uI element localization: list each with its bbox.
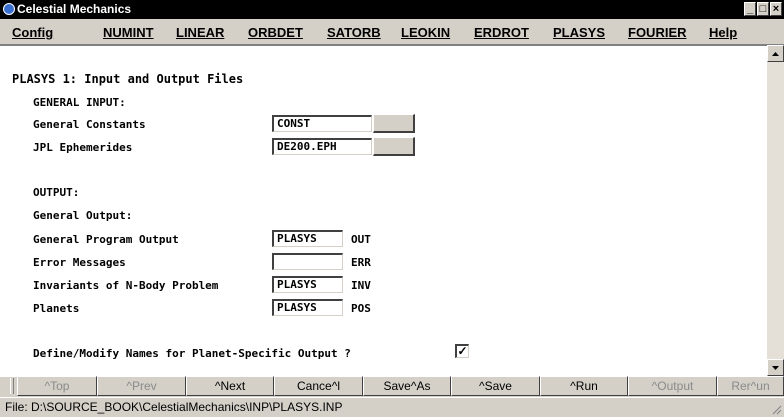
status-file-path: File: D:\SOURCE_BOOK\CelestialMechanics\… [5, 400, 343, 414]
scroll-up-button[interactable] [767, 45, 784, 62]
rerun-button[interactable]: Rer^un [717, 376, 784, 396]
cancel-button[interactable]: Cance^l [274, 376, 363, 396]
define-names-label: Define/Modify Names for Planet-Specific … [33, 347, 351, 360]
action-button-bar: ^Top ^Prev ^Next Cance^l Save^As ^Save ^… [0, 376, 784, 396]
general-output-label: General Output: [33, 209, 133, 222]
toolbar-grip [10, 378, 14, 394]
error-messages-ext: ERR [351, 256, 371, 269]
planets-ext: POS [351, 302, 371, 315]
window-title: Celestial Mechanics [17, 2, 132, 16]
title-bar: Celestial Mechanics _ □ × [0, 0, 784, 19]
run-button[interactable]: ^Run [540, 376, 628, 396]
menu-plasys[interactable]: PLASYS [553, 25, 605, 40]
invariants-label: Invariants of N-Body Problem [33, 279, 219, 292]
app-icon [3, 3, 15, 15]
maximize-button[interactable]: □ [757, 2, 769, 16]
resize-grip-icon[interactable] [770, 403, 782, 415]
define-names-checkbox[interactable]: ✓ [455, 344, 469, 358]
prev-button[interactable]: ^Prev [97, 376, 186, 396]
jpl-ephemerides-label: JPL Ephemerides [33, 141, 133, 154]
jpl-ephemerides-field[interactable]: DE200.EPH [272, 138, 372, 155]
menu-bar: Config NUMINT LINEAR ORBDET SATORB LEOKI… [0, 19, 784, 45]
status-bar: File: D:\SOURCE_BOOK\CelestialMechanics\… [0, 397, 784, 417]
minimize-button[interactable]: _ [744, 2, 756, 16]
close-button[interactable]: × [770, 2, 782, 16]
form-heading: PLASYS 1: Input and Output Files [12, 72, 244, 86]
menu-erdrot[interactable]: ERDROT [474, 25, 529, 40]
error-messages-label: Error Messages [33, 256, 126, 269]
menu-numint[interactable]: NUMINT [103, 25, 154, 40]
vertical-scrollbar[interactable] [767, 45, 784, 376]
menu-leokin[interactable]: LEOKIN [401, 25, 450, 40]
form-panel: PLASYS 1: Input and Output Files GENERAL… [0, 45, 767, 377]
output-button[interactable]: ^Output [628, 376, 717, 396]
invariants-ext: INV [351, 279, 371, 292]
general-input-label: GENERAL INPUT: [33, 96, 126, 109]
menu-orbdet[interactable]: ORBDET [248, 25, 303, 40]
save-button[interactable]: ^Save [451, 376, 540, 396]
save-as-button[interactable]: Save^As [363, 376, 451, 396]
planets-label: Planets [33, 302, 80, 315]
jpl-ephemerides-browse-button[interactable] [373, 137, 415, 156]
menu-linear[interactable]: LINEAR [176, 25, 224, 40]
general-program-output-ext: OUT [351, 233, 371, 246]
menu-satorb[interactable]: SATORB [327, 25, 381, 40]
error-messages-field[interactable] [272, 253, 343, 270]
output-label: OUTPUT: [33, 186, 80, 199]
menu-config[interactable]: Config [12, 25, 53, 40]
planets-field[interactable]: PLASYS [272, 299, 343, 316]
menu-fourier[interactable]: FOURIER [628, 25, 687, 40]
next-button[interactable]: ^Next [186, 376, 274, 396]
invariants-field[interactable]: PLASYS [272, 276, 343, 293]
general-program-output-label: General Program Output [33, 233, 179, 246]
scroll-down-button[interactable] [767, 359, 784, 376]
general-program-output-field[interactable]: PLASYS [272, 230, 343, 247]
general-constants-label: General Constants [33, 118, 146, 131]
menu-help[interactable]: Help [709, 25, 737, 40]
top-button[interactable]: ^Top [17, 376, 97, 396]
arrow-up-icon [772, 52, 779, 56]
arrow-down-icon [772, 366, 779, 370]
general-constants-browse-button[interactable] [373, 114, 415, 133]
general-constants-field[interactable]: CONST [272, 115, 372, 132]
